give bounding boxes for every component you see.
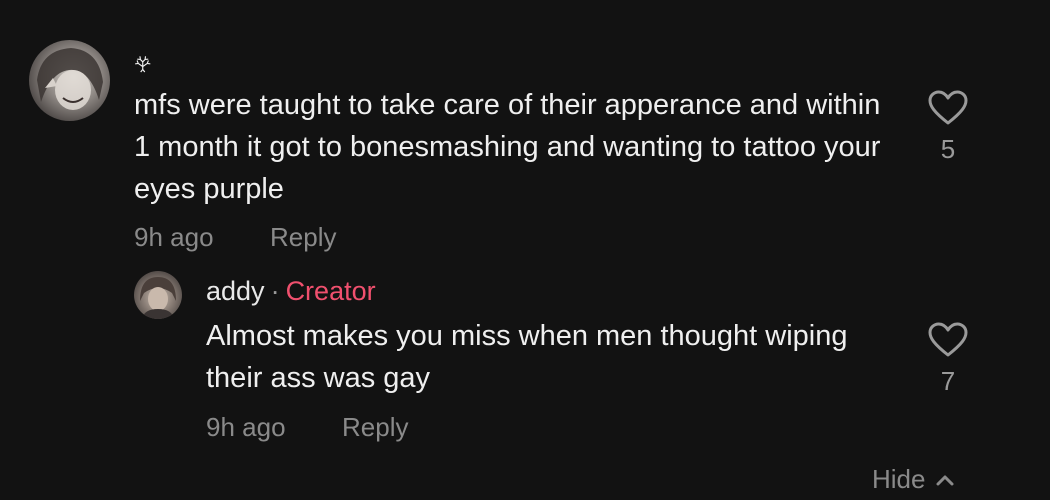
reply-timestamp: 9h ago — [206, 412, 286, 442]
creator-badge: Creator — [285, 276, 376, 306]
reply-header: addy · Creator — [206, 276, 376, 307]
comment-timestamp: 9h ago — [134, 222, 214, 252]
chevron-up-icon — [936, 475, 954, 485]
reply-to-reply-button[interactable]: Reply — [342, 412, 408, 443]
commenter-username[interactable]: 𖣂 — [134, 49, 151, 79]
commenter-avatar[interactable] — [29, 40, 110, 121]
separator-dot: · — [270, 276, 280, 306]
reply-text: Almost makes you miss when men thought w… — [206, 320, 848, 394]
person-photo-icon — [140, 277, 176, 319]
reply-username[interactable]: addy — [206, 276, 265, 306]
comment-like-count: 5 — [940, 134, 956, 164]
reply-like-count: 7 — [940, 366, 956, 396]
heart-icon — [928, 90, 968, 125]
reply-button[interactable]: Reply — [270, 222, 336, 253]
anime-avatar-icon — [37, 48, 103, 110]
comment-text: mfs were taught to take care of their ap… — [134, 89, 881, 205]
heart-icon — [928, 322, 968, 357]
comment-like-button[interactable]: 5 — [928, 90, 968, 165]
hide-replies-button[interactable]: Hide — [872, 464, 955, 495]
hide-label: Hide — [872, 464, 926, 494]
reply-like-button[interactable]: 7 — [928, 322, 968, 397]
reply-avatar[interactable] — [134, 271, 182, 319]
